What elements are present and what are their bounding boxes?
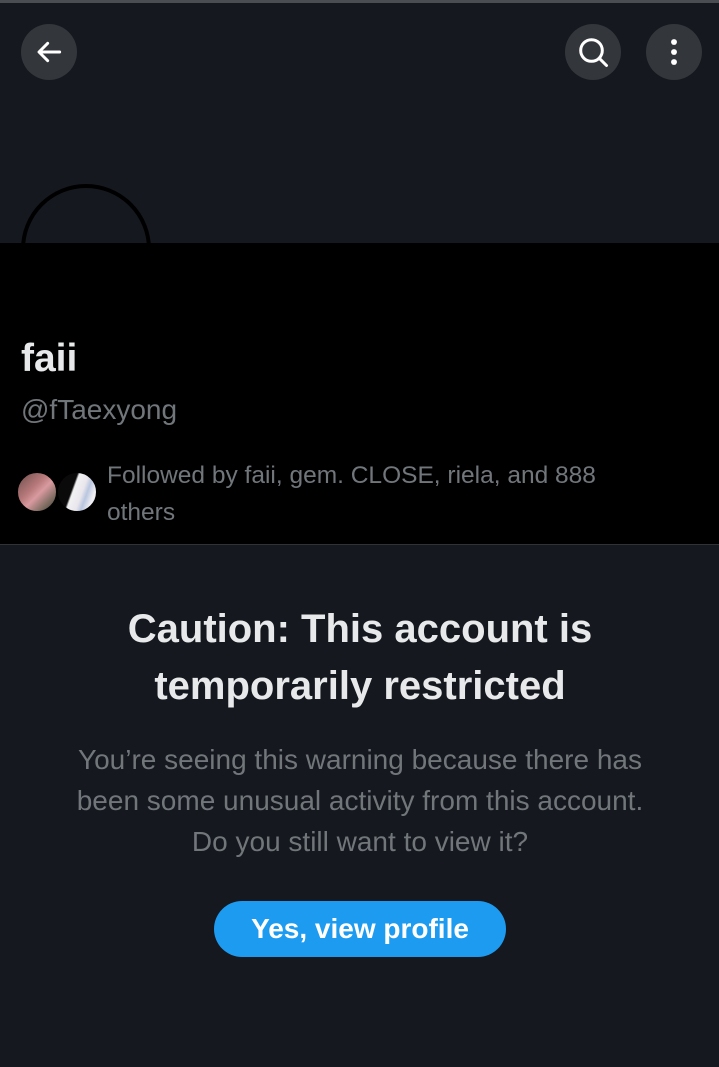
restricted-account-warning: Caution: This account is temporarily res… xyxy=(0,545,719,1067)
more-options-button[interactable] xyxy=(646,24,702,80)
follower-avatar xyxy=(16,471,58,513)
search-button[interactable] xyxy=(565,24,621,80)
warning-description: You’re seeing this warning because there… xyxy=(76,744,644,857)
more-vertical-icon xyxy=(671,39,677,65)
display-name: faii xyxy=(21,337,78,380)
user-handle: @fTaexyong xyxy=(21,394,178,425)
view-profile-button[interactable]: Yes, view profile xyxy=(214,901,506,957)
warning-title: Caution: This account is temporarily res… xyxy=(127,607,593,708)
follower-avatar xyxy=(56,471,98,513)
search-icon xyxy=(579,38,608,67)
arrow-left-icon xyxy=(37,41,62,63)
divider xyxy=(0,544,719,545)
followed-by-text: Followed by faii, gem. CLOSE, riela, and… xyxy=(107,462,596,526)
back-button[interactable] xyxy=(21,24,77,80)
profile-info-panel: faii @fTaexyong Followed by faii, gem. C… xyxy=(0,243,719,544)
